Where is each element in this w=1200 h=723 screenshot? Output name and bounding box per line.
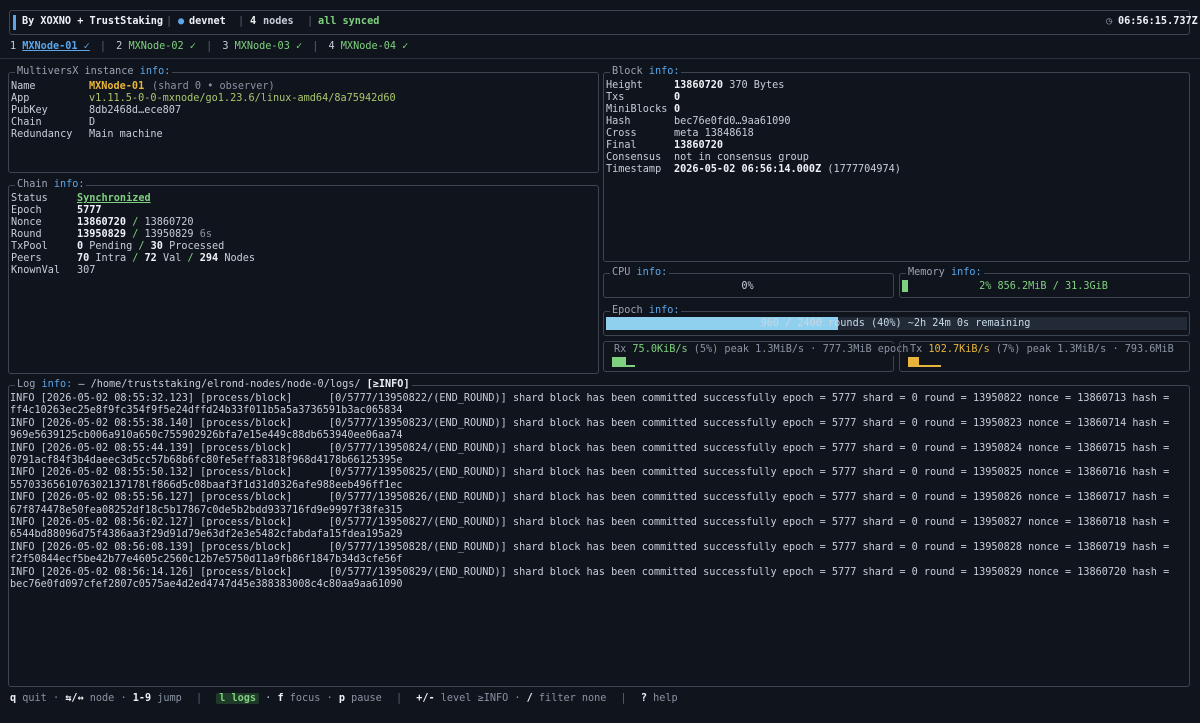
log-line: INFO [2026-05-02 08:55:38.140] [process/… [10, 417, 1170, 429]
instance-panel-title: MultiversX instance info: [15, 66, 173, 79]
rx-sparkline [612, 357, 626, 367]
level-key[interactable]: +/- level ≥INFO · [416, 693, 520, 704]
header-separator: | [307, 16, 314, 27]
quit-key[interactable]: q quit · [10, 693, 59, 704]
tab-mxnode-04[interactable]: 4 MXNode-04 ✓ [329, 41, 409, 52]
log-line: bec76e0fd097cfef2807c0575ae4d2ed4747d45e… [10, 579, 403, 591]
network-dot-icon: ● [178, 16, 185, 27]
logs-key[interactable]: l logs [216, 693, 260, 704]
log-line: INFO [2026-05-02 08:56:14.126] [process/… [10, 566, 1170, 578]
log-line: INFO [2026-05-02 08:56:02.127] [process/… [10, 517, 1170, 529]
clock-time: 06:56:15.737Z [1118, 16, 1198, 27]
tabs-divider [0, 58, 1200, 59]
tab-separator: | [312, 41, 319, 52]
node-key[interactable]: ⇆/↔ node · [65, 693, 126, 704]
chain-status: Synchronized [77, 193, 151, 204]
block-panel-title: Block info: [610, 66, 682, 79]
log-line: ff4c10263ec25e8f9fc354f9f5e24dffd24b33f0… [10, 405, 403, 417]
log-line: 969e5639125cb006a910a650c755902926bfa7e1… [10, 430, 403, 442]
memory-panel: Memory info: 2% 856.2MiB / 31.3GiB [899, 267, 1190, 298]
tx-sparkline-tail [919, 365, 941, 367]
sync-status: all synced [318, 16, 380, 27]
block-panel: Block info: Height 13860720 370 Bytes Tx… [603, 66, 1190, 262]
clock-icon: ◷ [1106, 16, 1113, 27]
filter-key[interactable]: / filter none [527, 693, 607, 704]
log-line: 67f874478e50fea08252df18c5b17867c0de5b2b… [10, 504, 403, 516]
keybinding-footer: q quit · ⇆/↔ node · 1-9 jump | l logs · … [10, 693, 678, 704]
pause-key[interactable]: p pause [339, 693, 382, 704]
instance-name: MXNode-01 [89, 81, 145, 92]
tx-sparkline [908, 357, 919, 367]
instance-panel: MultiversX instance info: Name MXNode-01… [8, 66, 599, 173]
memory-value: 2% 856.2MiB / 31.3GiB [979, 281, 1108, 292]
log-line: INFO [2026-05-02 08:55:56.127] [process/… [10, 492, 1170, 504]
brand-label: By XOXNO + TrustStaking [22, 16, 164, 27]
tx-panel: Tx 102.7KiB/s (7%) peak 1.3MiB/s · 793.6… [899, 341, 1190, 372]
tab-separator: | [206, 41, 213, 52]
node-tabs: 1 MXNode-01 ✓ | 2 MXNode-02 ✓ | 3 MXNode… [10, 41, 408, 53]
log-line: 5570336561076302137178lf866d5c08baaf3f1d… [10, 479, 403, 491]
cpu-panel: CPU info: 0% [603, 267, 894, 298]
log-line: f2f50844ecf5be42b77e4605c2560c12b7e5750d… [10, 554, 403, 566]
rx-stats: Rx 75.0KiB/s (5%) peak 1.3MiB/s · 777.3M… [612, 344, 911, 357]
help-key[interactable]: ? help [641, 693, 678, 704]
header-separator: | [166, 16, 173, 27]
jump-key[interactable]: 1-9 jump [133, 693, 182, 704]
log-line: INFO [2026-05-02 08:55:44.139] [process/… [10, 442, 1170, 454]
header-separator: | [238, 16, 245, 27]
epoch-progress-text: 960 / 2400 rounds (40%) ~2h 24m 0s remai… [760, 318, 1031, 329]
log-lines[interactable]: INFO [2026-05-02 08:55:32.123] [process/… [10, 393, 1190, 592]
log-line: 6544bd88096d75f4386aa3f29d91d79e63df2e3e… [10, 529, 403, 541]
log-line: INFO [2026-05-02 08:55:32.123] [process/… [10, 393, 1170, 404]
epoch-panel: Epoch info: 960 / 2400 rounds (40%) ~2h … [603, 305, 1190, 336]
rx-sparkline-tail [626, 365, 635, 367]
cpu-value: 0% [741, 281, 754, 292]
nodes-label: nodes [263, 16, 294, 27]
tab-separator: | [99, 41, 107, 52]
tx-stats: Tx 102.7KiB/s (7%) peak 1.3MiB/s · 793.6… [908, 344, 1176, 357]
network-label: devnet [189, 16, 226, 27]
epoch-panel-title: Epoch info: [610, 305, 682, 318]
top-status-bar: By XOXNO + TrustStaking | ● devnet | 4 n… [9, 10, 1198, 35]
tab-mxnode-02[interactable]: 2 MXNode-02 ✓ [116, 41, 196, 52]
log-line: 0791acf84f3b4daeec3d5cc57b68b6fc80fe5eff… [10, 455, 403, 467]
log-line: INFO [2026-05-02 08:56:08.139] [process/… [10, 541, 1170, 553]
header-accent-bar [13, 15, 16, 30]
tab-mxnode-01[interactable]: 1 MXNode-01 ✓ [10, 41, 90, 52]
chain-panel-title: Chain info: [15, 179, 87, 192]
tab-mxnode-03[interactable]: 3 MXNode-03 ✓ [222, 41, 302, 52]
cpu-panel-title: CPU info: [610, 267, 670, 280]
log-panel-title: Log info: — /home/truststaking/elrond-no… [15, 379, 412, 392]
memory-panel-title: Memory info: [906, 267, 984, 280]
nodes-count: 4 [250, 16, 257, 27]
focus-key[interactable]: · f focus · [265, 693, 333, 704]
rx-panel: Rx 75.0KiB/s (5%) peak 1.3MiB/s · 777.3M… [603, 341, 911, 372]
log-line: INFO [2026-05-02 08:55:50.132] [process/… [10, 467, 1170, 479]
chain-panel: Chain info: Status Synchronized Epoch 57… [8, 179, 599, 374]
